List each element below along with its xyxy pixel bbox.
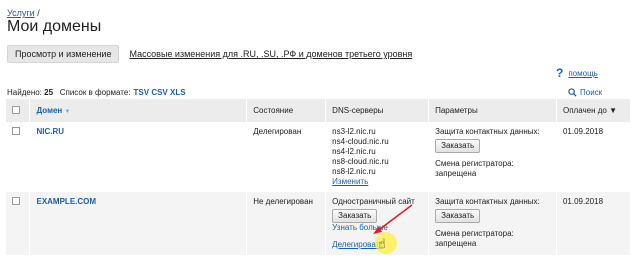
dns-cell: ns3-l2.nic.ru ns4-cloud.nic.ru ns4-l2.ni…	[325, 122, 430, 192]
breadcrumb: Услуги /	[7, 8, 40, 18]
table-row: NIC.RU Делегирован ns3-l2.nic.ru ns4-clo…	[6, 122, 632, 192]
privacy-label: Защита контактных данных:	[435, 197, 540, 206]
header-params: Параметры	[428, 99, 557, 122]
order-site-button[interactable]: Заказать	[332, 209, 378, 223]
row-checkbox-cell	[6, 122, 31, 192]
found-count: 25	[44, 88, 54, 97]
dns-server: ns4-cloud.nic.ru	[332, 137, 389, 146]
dns-server: ns3-l2.nic.ru	[332, 127, 376, 136]
search-icon	[568, 88, 577, 97]
table-row: EXAMPLE.COM Не делегирован Одностраничны…	[6, 192, 632, 255]
state-cell: Делегирован	[246, 122, 327, 192]
breadcrumb-link-services[interactable]: Услуги	[7, 8, 35, 18]
registrar-change-state: запрещена	[435, 239, 477, 248]
select-all-cell	[6, 99, 31, 122]
list-format-label: Список в формате:	[59, 88, 131, 97]
state-cell: Не делегирован	[246, 192, 327, 255]
header-domain[interactable]: Домен ▼	[29, 99, 248, 122]
order-privacy-button[interactable]: Заказать	[435, 209, 481, 223]
help[interactable]: ? помощь	[556, 66, 598, 80]
params-cell: Защита контактных данных: Заказать Смена…	[428, 192, 557, 255]
search-label: Поиск	[580, 88, 603, 97]
page-title: Мои домены	[7, 18, 102, 35]
tabs: Просмотр и изменение Массовые изменения …	[7, 45, 412, 63]
header-dns: DNS-серверы	[325, 99, 430, 122]
domain-link[interactable]: NIC.RU	[36, 127, 64, 136]
domains-table: Домен ▼ Состояние DNS-серверы Параметры …	[6, 99, 632, 255]
order-privacy-button[interactable]: Заказать	[435, 139, 481, 153]
dns-server: ns8-l2.nic.ru	[332, 167, 376, 176]
privacy-label: Защита контактных данных:	[435, 127, 540, 136]
search-toggle[interactable]: Поиск	[568, 88, 602, 97]
export-formats[interactable]: TSV CSV XLS	[134, 88, 186, 97]
tab-view-edit[interactable]: Просмотр и изменение	[7, 45, 120, 63]
domain-cell: EXAMPLE.COM	[29, 192, 248, 255]
question-icon: ?	[556, 66, 564, 80]
dns-server: ns4-l2.nic.ru	[332, 147, 376, 156]
domain-cell: NIC.RU	[29, 122, 248, 192]
sort-icon: ▼	[64, 109, 71, 115]
tab-bulk-changes[interactable]: Массовые изменения для .RU, .SU, .РФ и д…	[129, 49, 412, 59]
domain-link[interactable]: EXAMPLE.COM	[36, 197, 96, 206]
registrar-change-label: Смена регистратора:	[435, 159, 514, 168]
header-state: Состояние	[246, 99, 327, 122]
dns-server: ns8-cloud.nic.ru	[332, 157, 389, 166]
paid-until-cell: 01.09.2018	[556, 122, 632, 192]
registrar-change-state: запрещена	[435, 169, 477, 178]
found-label: Найдено:	[7, 88, 42, 97]
found-bar: Найдено: 25 Список в формате: TSV CSV XLS	[7, 88, 186, 97]
help-link[interactable]: помощь	[568, 69, 597, 78]
header-paid-until[interactable]: Оплачен до ▼	[556, 99, 632, 122]
header-domain-label: Домен	[36, 106, 63, 115]
row-checkbox-cell	[6, 192, 31, 255]
row-checkbox[interactable]	[12, 197, 20, 205]
table-header-row: Домен ▼ Состояние DNS-серверы Параметры …	[6, 99, 632, 122]
change-dns-link[interactable]: Изменить	[332, 177, 368, 186]
params-cell: Защита контактных данных: Заказать Смена…	[428, 122, 557, 192]
registrar-change-label: Смена регистратора:	[435, 229, 514, 238]
hand-cursor-icon: ☝	[378, 236, 386, 251]
row-checkbox[interactable]	[12, 127, 20, 135]
paid-until-cell: 01.09.2018	[556, 192, 632, 255]
select-all-checkbox[interactable]	[12, 105, 20, 114]
breadcrumb-separator: /	[34, 8, 40, 18]
one-page-site-label: Одностраничный сайт	[332, 197, 415, 206]
learn-more-link[interactable]: Узнать больше	[332, 223, 388, 232]
